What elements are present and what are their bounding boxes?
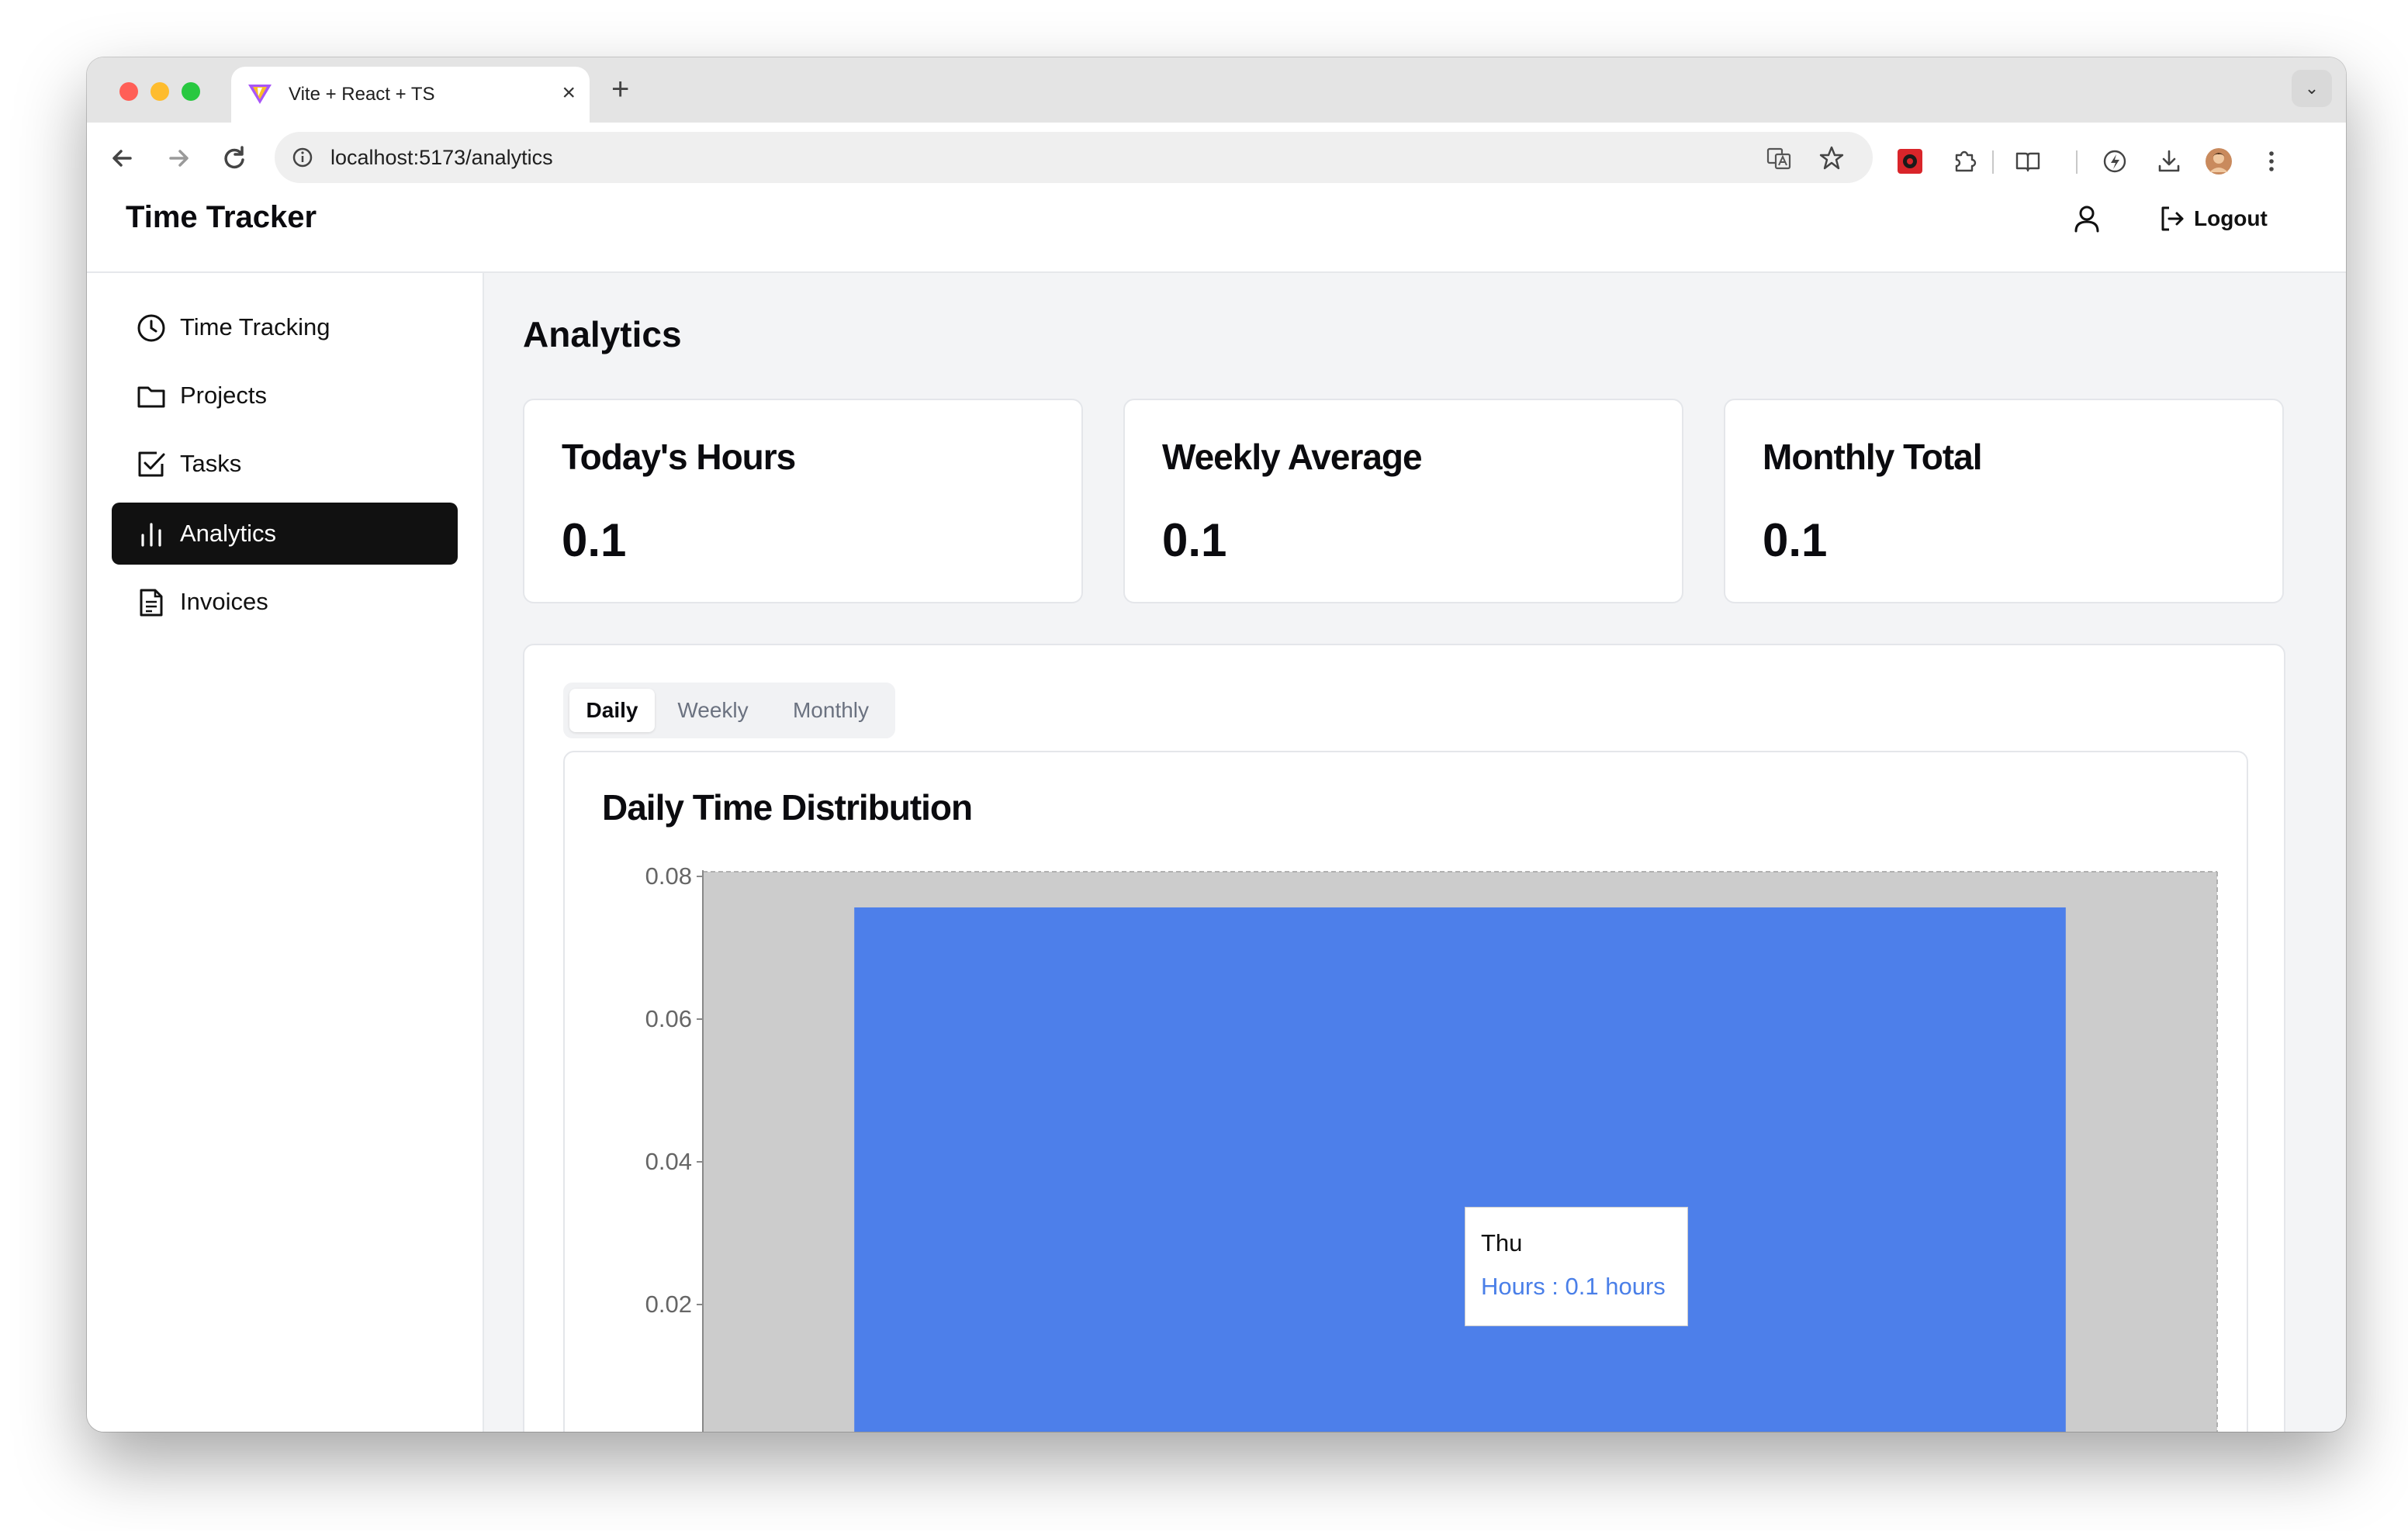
- extensions-puzzle-icon[interactable]: [1950, 147, 1978, 175]
- tab-search-button[interactable]: ⌄: [2292, 70, 2332, 107]
- period-tabs: Daily Weekly Monthly: [563, 683, 895, 738]
- translate-icon[interactable]: [1766, 145, 1792, 171]
- stat-value: 0.1: [562, 514, 627, 566]
- sidebar-item-label: Projects: [180, 382, 267, 409]
- bar: [854, 907, 2066, 1432]
- stat-card-weekly: Weekly Average 0.1: [1123, 399, 1683, 603]
- logout-label: Logout: [2194, 206, 2268, 230]
- close-window-button[interactable]: [119, 82, 138, 101]
- browser-toolbar: localhost:5173/analytics: [87, 123, 2346, 195]
- logout-icon: [2161, 206, 2184, 231]
- app-brand[interactable]: Time Tracker: [126, 200, 317, 235]
- forward-icon[interactable]: [160, 140, 197, 177]
- reload-icon[interactable]: [216, 140, 253, 177]
- new-tab-button[interactable]: +: [611, 70, 629, 109]
- download-icon[interactable]: [2155, 147, 2183, 175]
- y-tick-label: 0.04: [645, 1148, 692, 1175]
- sidebar-item-invoices[interactable]: Invoices: [112, 571, 458, 633]
- bar-chart: 0.02 0.04 0.06 0.08: [645, 862, 2218, 1432]
- sidebar-item-time-tracking[interactable]: Time Tracking: [112, 296, 458, 358]
- y-tick-label: 0.06: [645, 1005, 692, 1032]
- url-text: localhost:5173/analytics: [330, 146, 553, 169]
- bar-chart-icon: [141, 523, 161, 547]
- tab-monthly[interactable]: Monthly: [771, 689, 891, 732]
- chart-card: Daily Time Distribution 0.02 0.04 0.06 0.08: [563, 751, 2248, 1432]
- vite-logo-icon: [248, 85, 272, 104]
- sidebar-item-label: Tasks: [180, 450, 242, 477]
- sidebar-item-tasks[interactable]: Tasks: [112, 433, 458, 495]
- tooltip-label: Thu: [1481, 1229, 1523, 1256]
- tab-title: Vite + React + TS: [289, 84, 435, 105]
- clock-icon: [137, 314, 165, 342]
- toolbar-divider: [2076, 150, 2078, 174]
- chart-panel: Daily Weekly Monthly Daily Time Distribu…: [523, 644, 2285, 1432]
- main-content: Analytics Today's Hours 0.1 Weekly Avera…: [484, 273, 2346, 1432]
- stat-value: 0.1: [1763, 514, 1828, 566]
- stat-value: 0.1: [1162, 514, 1227, 566]
- tab-strip: Vite + React + TS × + ⌄: [87, 57, 2346, 123]
- tab-weekly[interactable]: Weekly: [661, 689, 765, 732]
- tooltip-value: Hours : 0.1 hours: [1481, 1273, 1666, 1300]
- browser-window: Vite + React + TS × + ⌄ localhost:5173/a…: [87, 57, 2346, 1432]
- page-title: Analytics: [523, 314, 682, 354]
- address-bar[interactable]: localhost:5173/analytics: [275, 132, 1873, 183]
- minimize-window-button[interactable]: [150, 82, 169, 101]
- back-icon[interactable]: [104, 140, 141, 177]
- maximize-window-button[interactable]: [182, 82, 200, 101]
- sidebar-item-analytics[interactable]: Analytics: [112, 503, 458, 565]
- sidebar: Time Tracking Projects Tasks Analytics I…: [87, 273, 484, 1432]
- browser-menu-icon[interactable]: [2258, 147, 2285, 175]
- performance-icon[interactable]: [2101, 147, 2129, 175]
- browser-tab[interactable]: Vite + React + TS ×: [231, 67, 590, 123]
- stat-title: Weekly Average: [1162, 437, 1423, 477]
- file-text-icon: [140, 589, 163, 617]
- sidebar-item-label: Time Tracking: [180, 313, 330, 340]
- chart-tooltip: Thu Hours : 0.1 hours: [1465, 1207, 1688, 1326]
- tab-daily[interactable]: Daily: [569, 689, 655, 732]
- stat-title: Monthly Total: [1763, 437, 1983, 477]
- bookmark-star-icon[interactable]: [1818, 145, 1845, 171]
- user-icon[interactable]: [2070, 202, 2104, 236]
- stat-card-monthly: Monthly Total 0.1: [1724, 399, 2284, 603]
- toolbar-divider: [1992, 150, 1994, 174]
- checkbox-icon: [138, 451, 165, 477]
- y-tick-label: 0.02: [645, 1291, 692, 1318]
- site-info-icon[interactable]: [290, 145, 315, 170]
- close-tab-icon[interactable]: ×: [562, 79, 576, 107]
- sidebar-item-label: Invoices: [180, 588, 268, 615]
- sidebar-item-projects[interactable]: Projects: [112, 365, 458, 427]
- app-header: Time Tracker Logout: [87, 194, 2346, 273]
- stat-title: Today's Hours: [562, 437, 796, 477]
- folder-icon: [137, 386, 165, 408]
- extension-red-icon[interactable]: [1896, 147, 1924, 175]
- reading-mode-icon[interactable]: [2014, 147, 2042, 175]
- y-tick-label: 0.08: [645, 862, 692, 890]
- sidebar-item-label: Analytics: [180, 520, 277, 547]
- profile-avatar-icon[interactable]: [2205, 147, 2233, 175]
- stat-card-today: Today's Hours 0.1: [523, 399, 1083, 603]
